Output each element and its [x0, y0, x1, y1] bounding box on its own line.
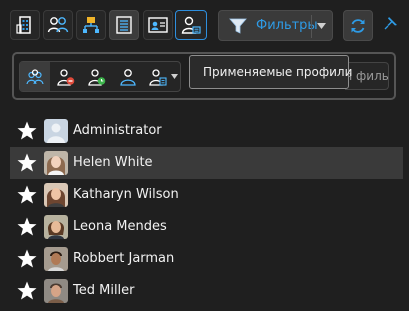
organization-button[interactable] — [10, 10, 40, 40]
list-item[interactable]: Ted Miller — [10, 275, 403, 307]
all-users-icon — [26, 68, 44, 84]
avatar — [44, 151, 68, 175]
refresh-button[interactable] — [343, 10, 373, 41]
filters-separator — [311, 15, 312, 38]
chevron-down-icon[interactable] — [171, 74, 178, 79]
profile-filter-group — [19, 61, 181, 92]
building-icon — [16, 16, 31, 34]
avatar — [44, 183, 68, 207]
star-icon[interactable] — [16, 120, 38, 142]
all-profiles-filter[interactable] — [20, 62, 50, 91]
contact-card-button[interactable] — [143, 10, 173, 40]
scheduled-profiles-filter[interactable] — [82, 62, 112, 91]
groups-button[interactable] — [43, 10, 73, 40]
user-name: Administrator — [73, 123, 162, 138]
list-item[interactable]: Administrator — [10, 115, 403, 147]
list-item[interactable]: Helen White — [10, 147, 403, 179]
star-icon[interactable] — [16, 248, 38, 270]
avatar — [44, 215, 68, 239]
list-item[interactable]: Leona Mendes — [10, 211, 403, 243]
list-item[interactable]: Robbert Jarman — [10, 243, 403, 275]
avatar — [44, 279, 68, 303]
filters-button[interactable]: Фильтры — [218, 10, 333, 41]
user-profile-icon — [181, 16, 201, 34]
users-group-icon — [47, 17, 69, 33]
user-details-filter[interactable] — [143, 62, 173, 91]
star-icon[interactable] — [16, 280, 38, 302]
user-name: Katharyn Wilson — [73, 187, 179, 202]
user-name: Leona Mendes — [73, 219, 167, 234]
user-icon — [120, 68, 136, 86]
list-item[interactable]: Katharyn Wilson — [10, 179, 403, 211]
star-icon[interactable] — [16, 152, 38, 174]
star-icon[interactable] — [16, 216, 38, 238]
chevron-down-icon[interactable] — [317, 23, 326, 29]
user-profile-button[interactable] — [175, 10, 207, 40]
funnel-icon — [229, 18, 247, 34]
list-icon — [116, 16, 132, 34]
user-profile-filter[interactable] — [113, 62, 143, 91]
avatar — [44, 119, 68, 143]
list-view-button[interactable] — [109, 10, 139, 40]
avatar — [44, 247, 68, 271]
blocked-profiles-filter[interactable] — [51, 62, 81, 91]
hierarchy-icon — [83, 17, 99, 33]
pin-icon[interactable] — [384, 16, 398, 30]
user-details-icon — [149, 68, 167, 86]
user-name: Ted Miller — [73, 283, 135, 298]
user-name: Robbert Jarman — [73, 251, 175, 266]
user-clock-icon — [88, 68, 106, 86]
user-name: Helen White — [73, 155, 153, 170]
tooltip: Применяемые профили — [189, 55, 352, 89]
user-blocked-icon — [57, 68, 75, 86]
filters-label: Фильтры — [256, 18, 318, 33]
star-icon[interactable] — [16, 184, 38, 206]
refresh-icon — [351, 18, 365, 33]
hierarchy-button[interactable] — [76, 10, 106, 40]
contact-card-icon — [148, 17, 168, 33]
